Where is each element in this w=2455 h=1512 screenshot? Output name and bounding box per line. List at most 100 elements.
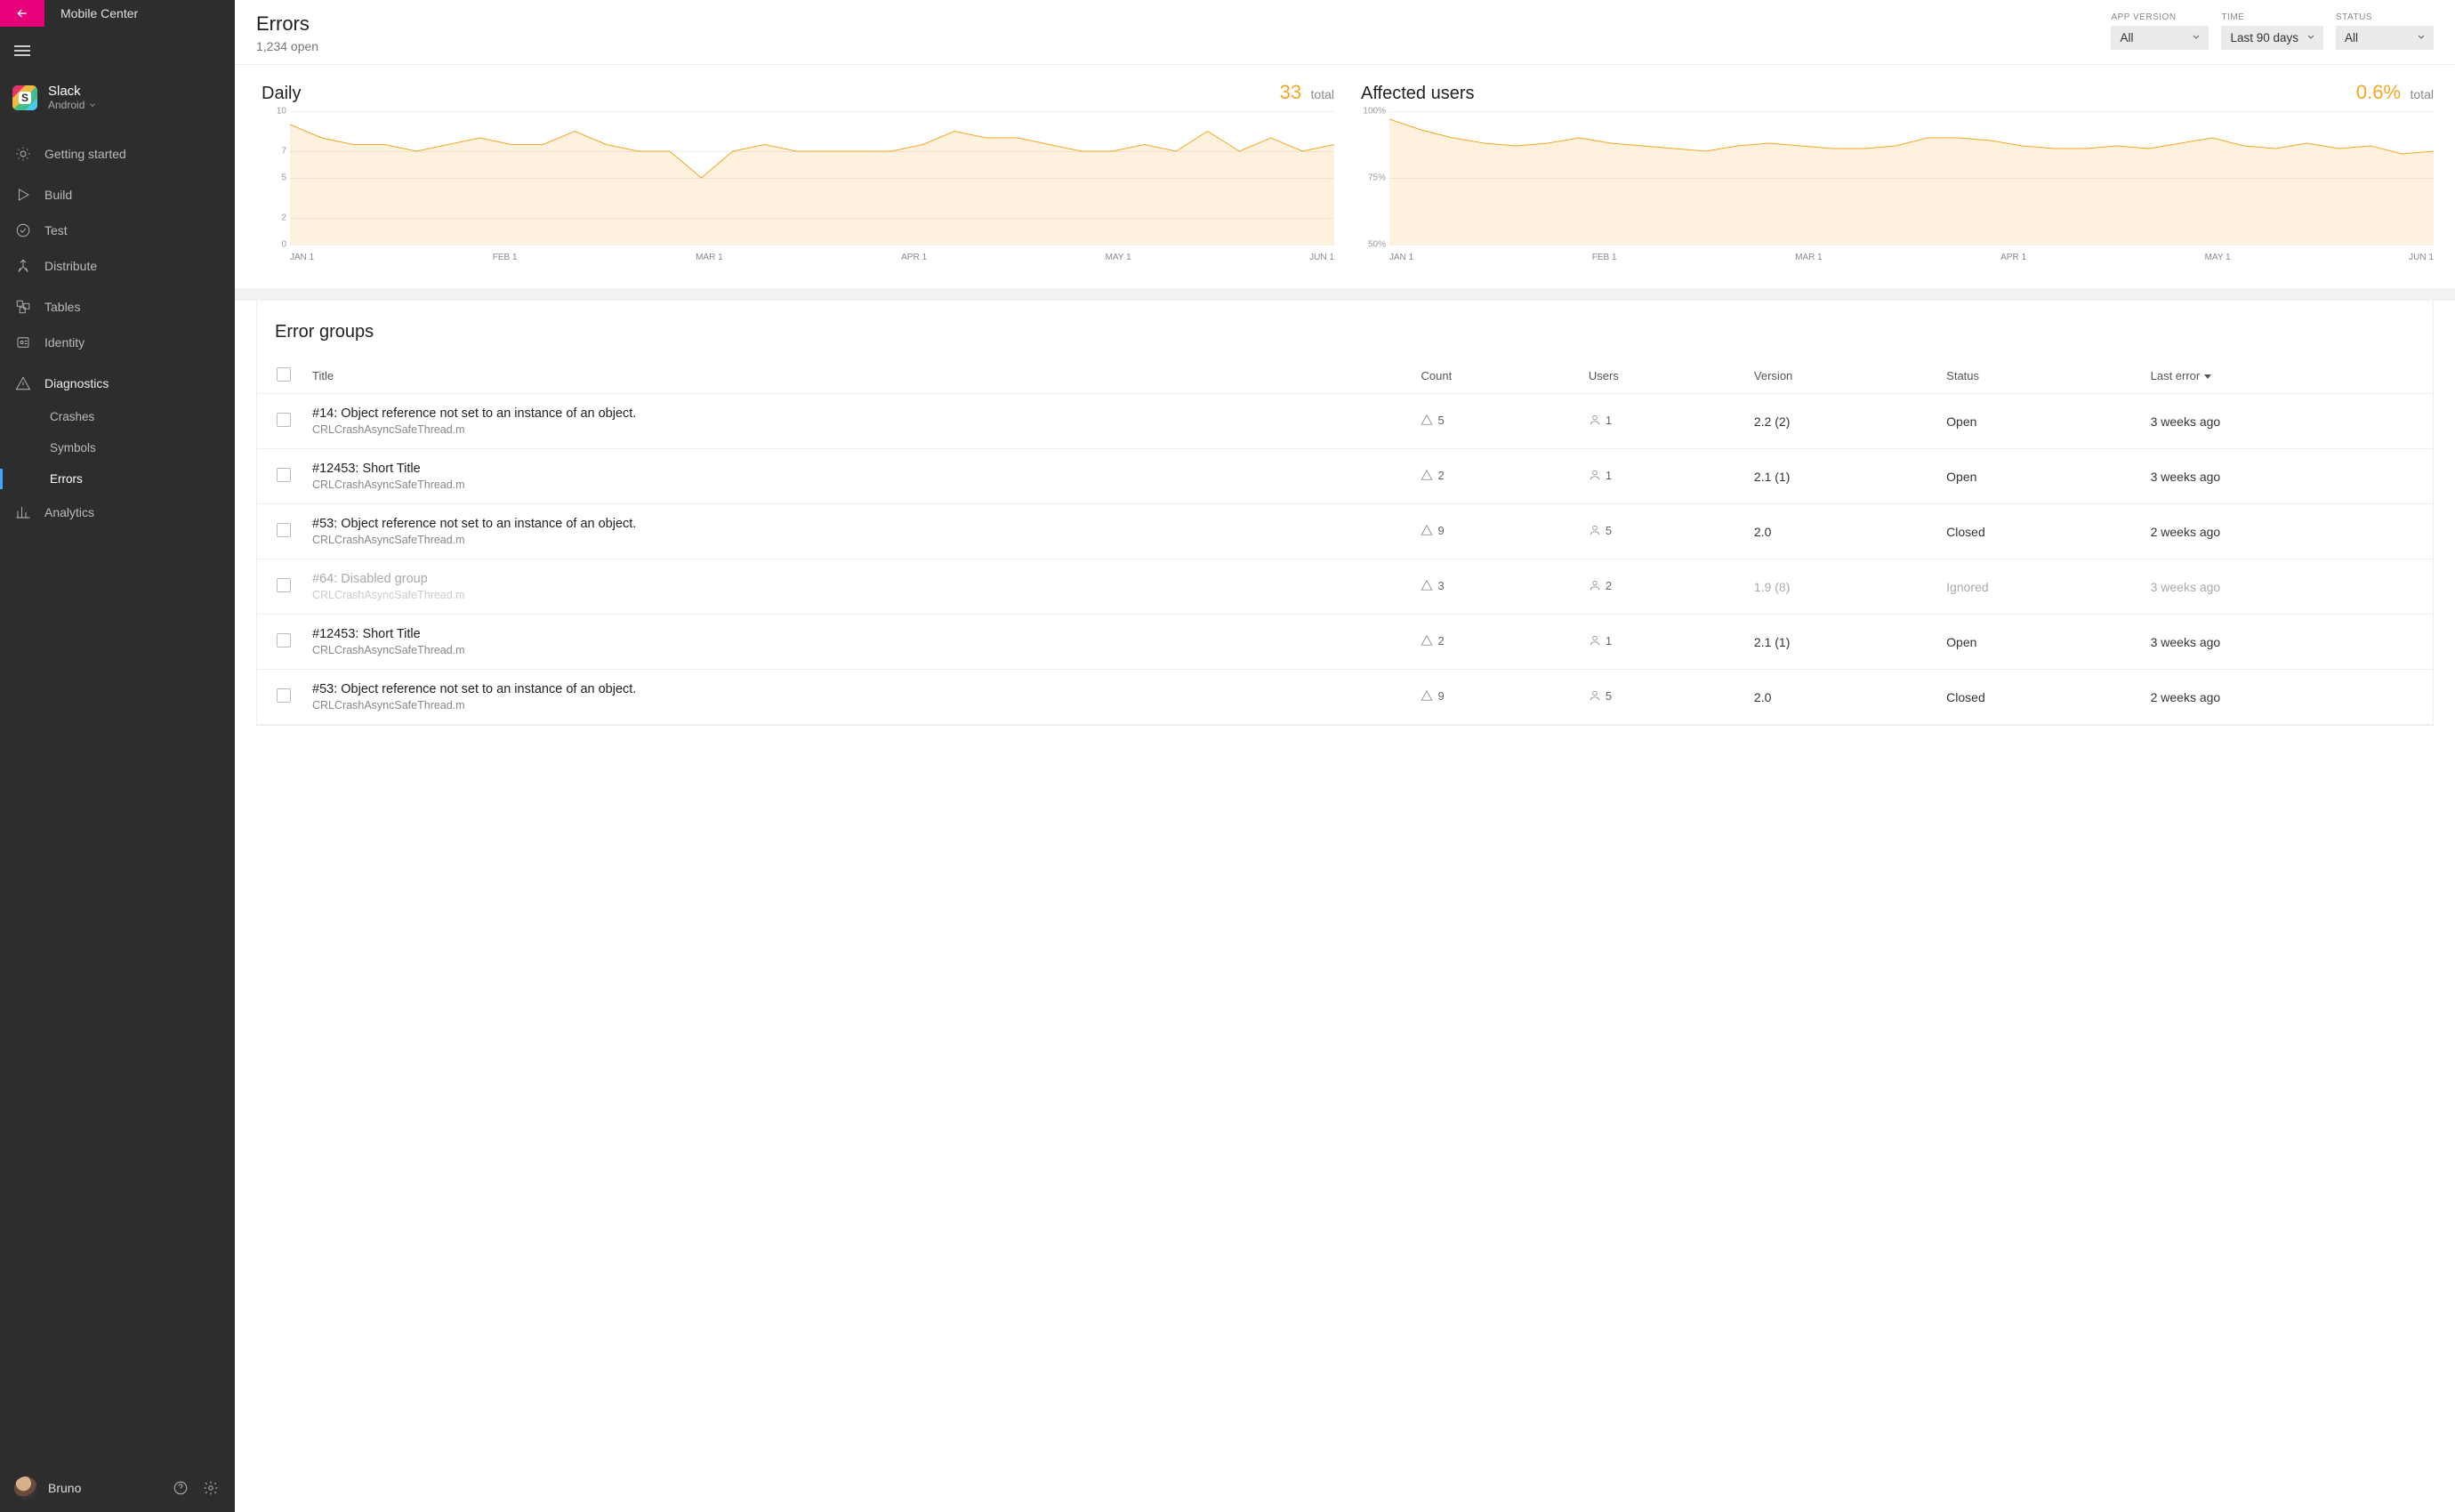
row-version: 2.1 (1) bbox=[1743, 615, 1936, 670]
row-checkbox[interactable] bbox=[277, 688, 291, 703]
x-tick: FEB 1 bbox=[1592, 253, 1617, 267]
col-title[interactable]: Title bbox=[302, 358, 1410, 394]
chevron-down-icon bbox=[2191, 31, 2201, 44]
nav-test[interactable]: Test bbox=[0, 213, 235, 248]
user-avatar[interactable] bbox=[14, 1476, 37, 1500]
row-users: 2 bbox=[1589, 579, 1612, 592]
row-subtitle: CRLCrashAsyncSafeThread.m bbox=[312, 699, 1399, 712]
row-status: Ignored bbox=[1936, 559, 2139, 615]
nav-label: Build bbox=[44, 188, 72, 202]
row-checkbox[interactable] bbox=[277, 523, 291, 537]
select-all-checkbox[interactable] bbox=[277, 367, 291, 382]
row-status: Open bbox=[1936, 615, 2139, 670]
chart-title: Daily bbox=[262, 84, 301, 104]
row-title: #64: Disabled group bbox=[312, 572, 1399, 586]
nav-errors[interactable]: Errors bbox=[0, 463, 235, 495]
chevron-down-icon bbox=[2306, 31, 2316, 44]
back-button[interactable] bbox=[0, 0, 44, 27]
filter-label: APP VERSION bbox=[2111, 12, 2209, 22]
row-last-error: 2 weeks ago bbox=[2140, 670, 2433, 725]
col-version[interactable]: Version bbox=[1743, 358, 1936, 394]
row-checkbox[interactable] bbox=[277, 468, 291, 482]
time-select[interactable]: Last 90 days bbox=[2221, 26, 2323, 50]
select-value: All bbox=[2120, 31, 2133, 44]
row-version: 2.1 (1) bbox=[1743, 449, 1936, 504]
nav-analytics[interactable]: Analytics bbox=[0, 495, 235, 530]
row-title: #12453: Short Title bbox=[312, 627, 1399, 641]
nav-identity[interactable]: Identity bbox=[0, 325, 235, 360]
chart-summary-value: 0.6% bbox=[2356, 81, 2401, 103]
row-status: Open bbox=[1936, 394, 2139, 449]
row-title: #53: Object reference not set to an inst… bbox=[312, 517, 1399, 531]
warning-icon bbox=[1421, 469, 1433, 481]
table-row[interactable]: #12453: Short TitleCRLCrashAsyncSafeThre… bbox=[257, 449, 2433, 504]
col-status[interactable]: Status bbox=[1936, 358, 2139, 394]
row-checkbox[interactable] bbox=[277, 413, 291, 427]
row-checkbox[interactable] bbox=[277, 633, 291, 647]
nav-label: Distribute bbox=[44, 259, 97, 273]
table-row[interactable]: #12453: Short TitleCRLCrashAsyncSafeThre… bbox=[257, 615, 2433, 670]
col-users[interactable]: Users bbox=[1578, 358, 1743, 394]
menu-toggle[interactable] bbox=[0, 27, 235, 75]
col-last-label: Last error bbox=[2151, 369, 2201, 382]
row-count: 5 bbox=[1421, 414, 1444, 427]
help-button[interactable] bbox=[171, 1478, 190, 1498]
row-users: 5 bbox=[1589, 524, 1612, 537]
chart-summary-suffix: total bbox=[2411, 87, 2434, 101]
nav-getting-started[interactable]: Getting started bbox=[0, 129, 235, 172]
row-last-error: 3 weeks ago bbox=[2140, 615, 2433, 670]
main-content: Errors 1,234 open APP VERSION All TIME L… bbox=[235, 0, 2455, 1512]
error-groups-table: Title Count Users Version Status Last er… bbox=[257, 358, 2433, 725]
select-value: All bbox=[2345, 31, 2358, 44]
table-row[interactable]: #14: Object reference not set to an inst… bbox=[257, 394, 2433, 449]
nav-distribute[interactable]: Distribute bbox=[0, 248, 235, 284]
y-tick: 0 bbox=[281, 240, 286, 250]
settings-button[interactable] bbox=[201, 1478, 221, 1498]
nav-symbols[interactable]: Symbols bbox=[0, 432, 235, 463]
chevron-down-icon bbox=[2416, 31, 2427, 44]
status-select[interactable]: All bbox=[2336, 26, 2434, 50]
app-platform-label: Android bbox=[48, 99, 85, 111]
y-tick: 100% bbox=[1363, 107, 1386, 117]
row-title: #14: Object reference not set to an inst… bbox=[312, 406, 1399, 421]
x-tick: MAR 1 bbox=[1795, 253, 1823, 267]
nav-diagnostics[interactable]: Diagnostics bbox=[0, 366, 235, 401]
chart-title: Affected users bbox=[1361, 84, 1474, 104]
page-header: Errors 1,234 open bbox=[256, 12, 318, 53]
nav-label: Errors bbox=[50, 472, 83, 486]
table-row[interactable]: #53: Object reference not set to an inst… bbox=[257, 670, 2433, 725]
nav-label: Tables bbox=[44, 300, 80, 314]
warning-icon bbox=[1421, 689, 1433, 702]
row-subtitle: CRLCrashAsyncSafeThread.m bbox=[312, 534, 1399, 546]
sidebar-topbar: Mobile Center bbox=[0, 0, 235, 27]
y-tick: 75% bbox=[1368, 173, 1386, 183]
table-header-row: Title Count Users Version Status Last er… bbox=[257, 358, 2433, 394]
tables-icon bbox=[14, 298, 32, 316]
check-circle-icon bbox=[14, 221, 32, 239]
warning-icon bbox=[1421, 414, 1433, 426]
col-last-error[interactable]: Last error bbox=[2140, 358, 2433, 394]
app-switcher[interactable]: S Slack Android bbox=[0, 75, 235, 120]
brand-title: Mobile Center bbox=[44, 6, 138, 20]
app-version-select[interactable]: All bbox=[2111, 26, 2209, 50]
user-icon bbox=[1589, 469, 1601, 481]
col-count[interactable]: Count bbox=[1410, 358, 1577, 394]
topbar: Errors 1,234 open APP VERSION All TIME L… bbox=[235, 0, 2455, 65]
analytics-icon bbox=[14, 503, 32, 521]
x-tick: MAY 1 bbox=[2205, 253, 2231, 267]
table-row[interactable]: #64: Disabled groupCRLCrashAsyncSafeThre… bbox=[257, 559, 2433, 615]
user-icon bbox=[1589, 414, 1601, 426]
nav-crashes[interactable]: Crashes bbox=[0, 401, 235, 432]
chart-plot: 100%75%50%JAN 1FEB 1MAR 1APR 1MAY 1JUN 1 bbox=[1361, 111, 2434, 267]
nav-build[interactable]: Build bbox=[0, 177, 235, 213]
nav-label: Diagnostics bbox=[44, 376, 109, 390]
table-row[interactable]: #53: Object reference not set to an inst… bbox=[257, 504, 2433, 559]
filters: APP VERSION All TIME Last 90 days STATUS bbox=[2111, 12, 2434, 50]
page-subtitle: 1,234 open bbox=[256, 39, 318, 53]
user-icon bbox=[1589, 579, 1601, 591]
y-tick: 7 bbox=[281, 147, 286, 157]
nav-tables[interactable]: Tables bbox=[0, 289, 235, 325]
x-tick: JUN 1 bbox=[2409, 253, 2434, 267]
y-tick: 5 bbox=[281, 173, 286, 183]
row-checkbox[interactable] bbox=[277, 578, 291, 592]
